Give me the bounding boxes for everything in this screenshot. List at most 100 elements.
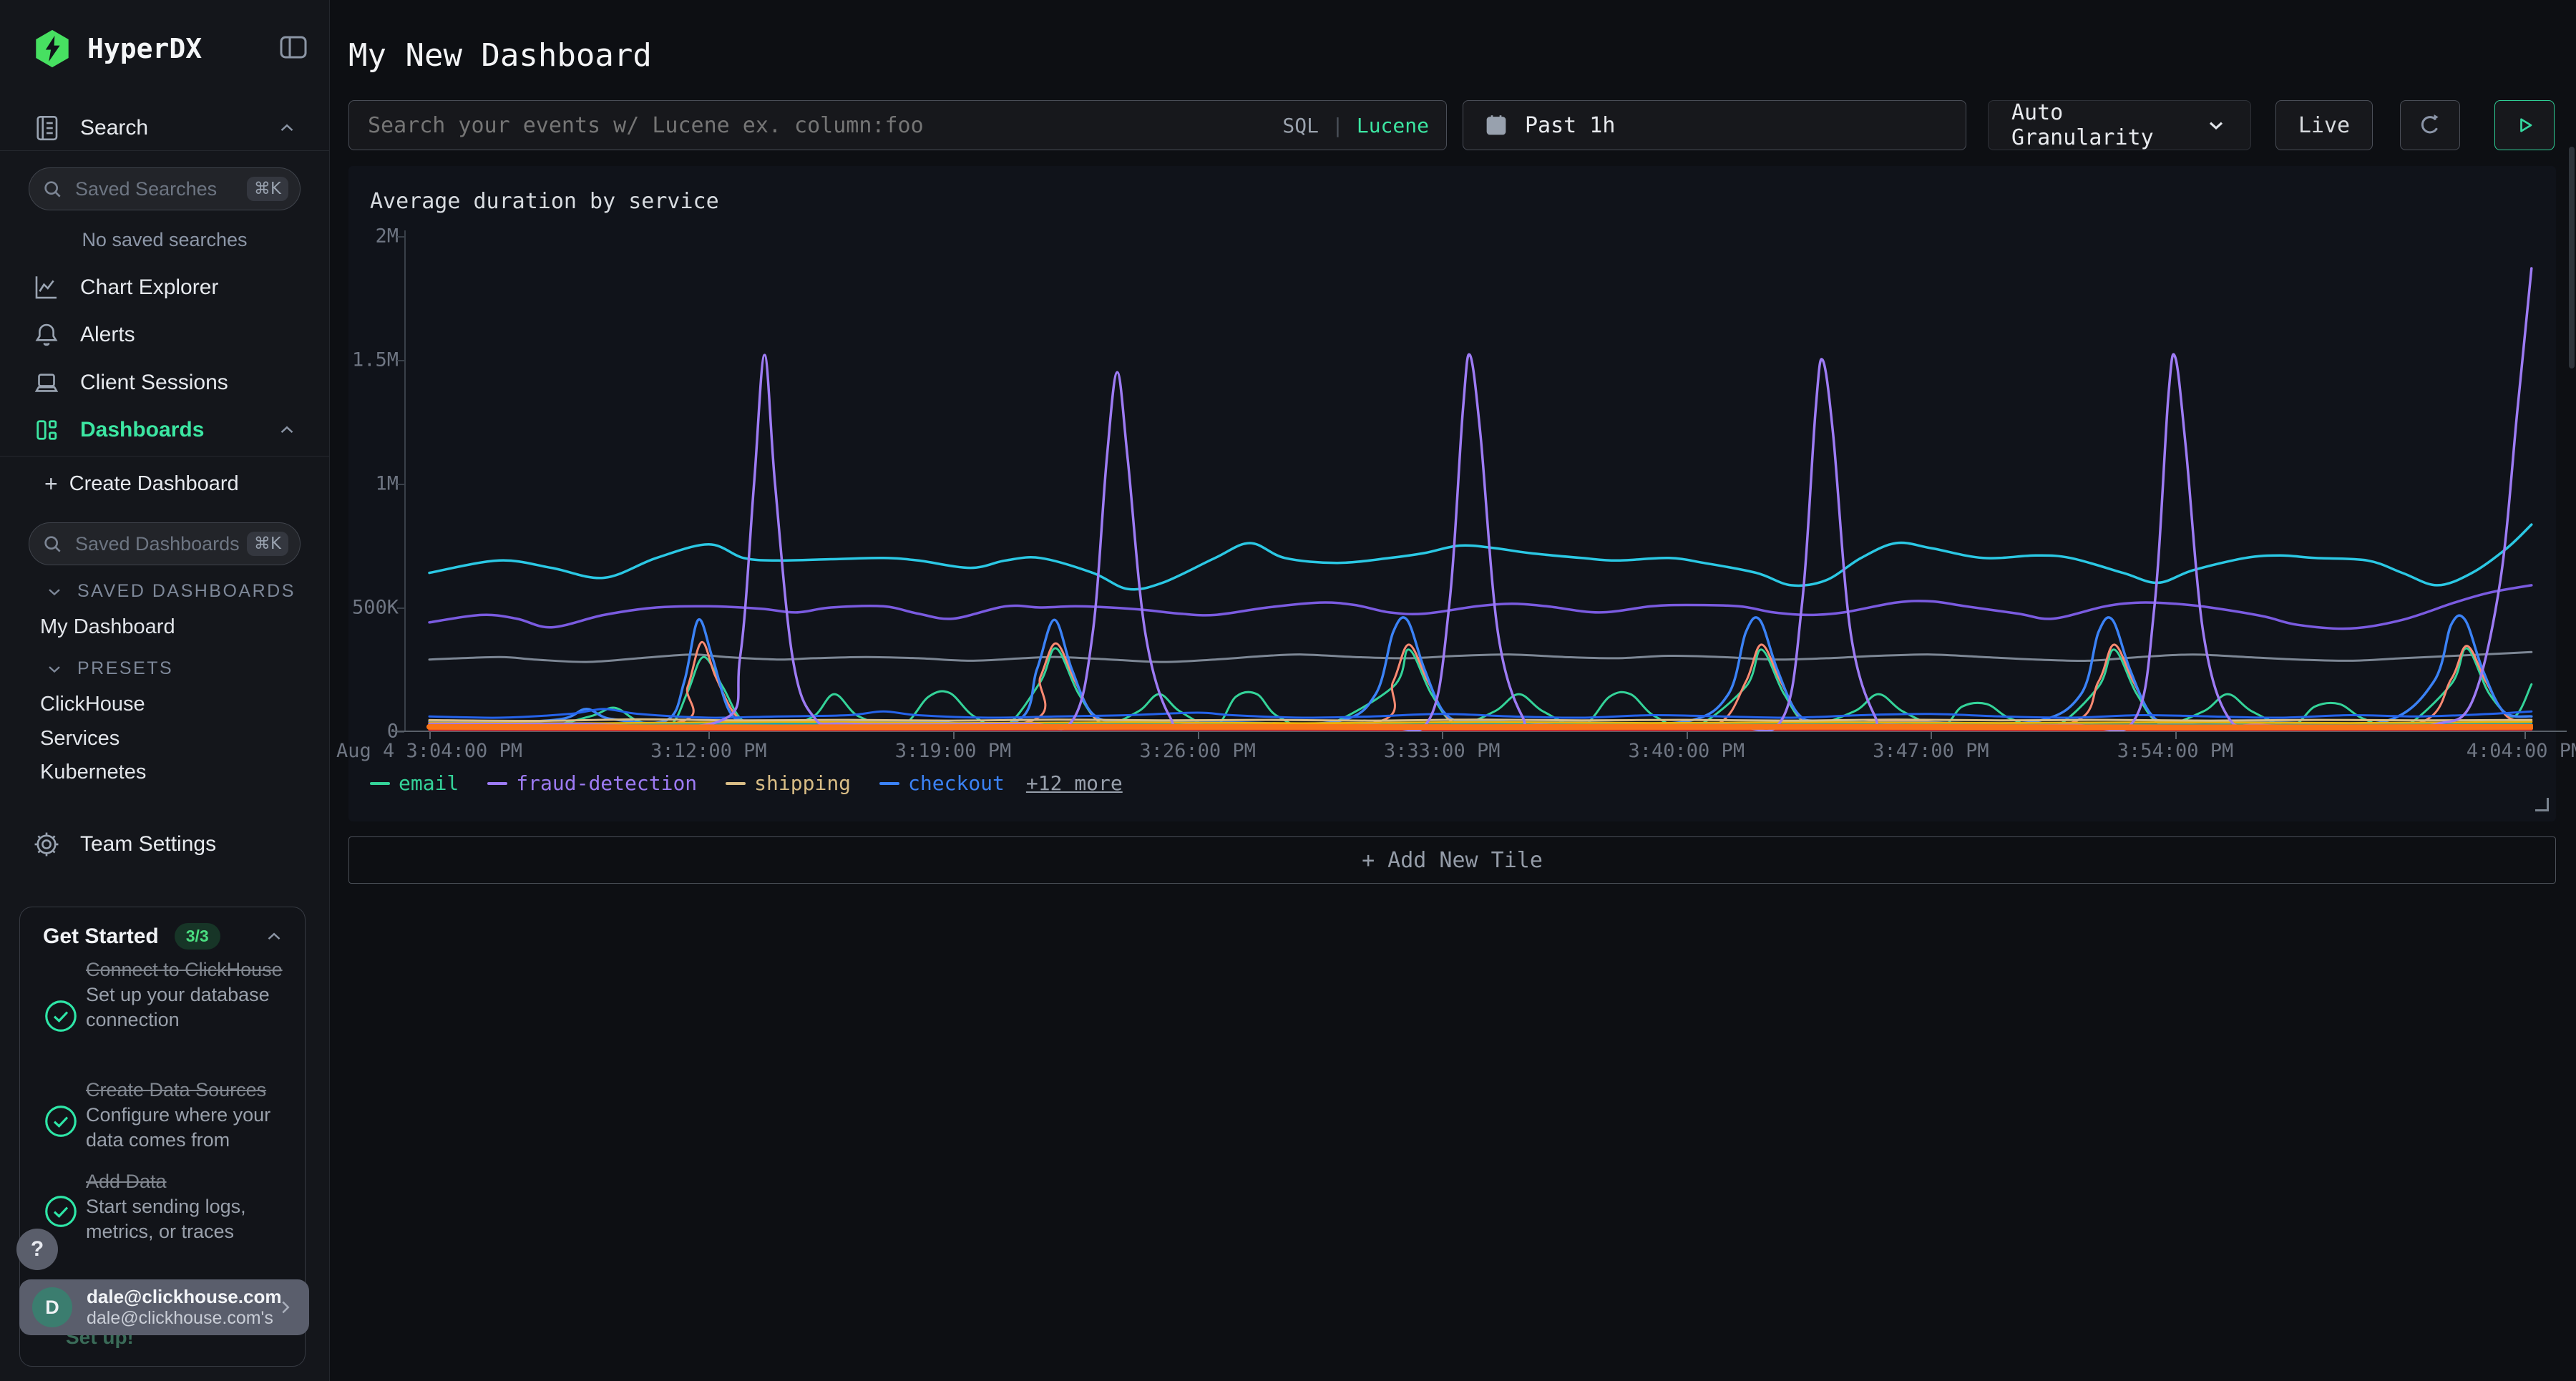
granularity-select[interactable]: Auto Granularity <box>1988 100 2251 150</box>
hyperdx-app: HyperDX Search <box>0 0 2576 1381</box>
event-search-input[interactable] <box>366 112 1269 139</box>
tile-title: Average duration by service <box>370 189 719 214</box>
section-presets[interactable]: PRESETS <box>44 658 173 679</box>
user-menu[interactable]: D dale@clickhouse.com dale@clickhouse.co… <box>19 1279 309 1335</box>
x-tick-label: 3:26:00 PM <box>1139 740 1256 762</box>
hyperdx-logo-icon <box>31 27 73 70</box>
sidebar-item-kubernetes[interactable]: Kubernetes <box>40 761 146 784</box>
sidebar-item-dashboards[interactable]: Dashboards <box>31 413 298 447</box>
add-new-tile-button[interactable]: + Add New Tile <box>348 836 2556 884</box>
x-tick-label: 3:40:00 PM <box>1629 740 1745 762</box>
y-tick-mark <box>397 360 404 361</box>
bell-icon <box>31 320 62 350</box>
time-range-picker[interactable]: Past 1h <box>1463 100 1966 150</box>
check-circle-icon <box>42 1102 80 1141</box>
sidebar-item-alerts[interactable]: Alerts <box>31 318 298 352</box>
event-search-box[interactable]: SQL | Lucene <box>348 100 1447 150</box>
laptop-icon <box>31 368 62 398</box>
x-tick-label: 3:54:00 PM <box>2117 740 2234 762</box>
legend-item-checkout[interactable]: checkout <box>879 771 1005 795</box>
x-tick-label: Aug 4 3:04:00 PM <box>336 740 522 762</box>
legend-swatch <box>487 782 507 785</box>
run-query-button[interactable] <box>2494 100 2555 150</box>
resize-handle[interactable] <box>2535 798 2549 811</box>
x-tick-label: 3:33:00 PM <box>1384 740 1501 762</box>
x-tick-mark <box>1687 732 1688 739</box>
sidebar-item-label: Search <box>80 116 148 140</box>
sidebar-item-label: Team Settings <box>80 832 216 857</box>
collapse-sidebar-icon[interactable] <box>276 30 311 64</box>
user-subtitle: dale@clickhouse.com's <box>87 1308 260 1329</box>
shortcut-badge: ⌘K <box>247 177 288 201</box>
sidebar-item-my-dashboard[interactable]: My Dashboard <box>40 615 175 639</box>
chevron-up-icon <box>263 926 285 947</box>
x-tick-label: 3:47:00 PM <box>1873 740 1989 762</box>
checklist-item[interactable]: Create Data Sources Configure where your… <box>86 1078 286 1153</box>
legend-item-email[interactable]: email <box>370 771 459 795</box>
gear-icon <box>31 829 62 859</box>
dashboards-icon <box>31 415 62 445</box>
divider <box>0 456 329 457</box>
checklist-item[interactable]: Add Data Start sending logs, metrics, or… <box>86 1169 286 1244</box>
x-tick-mark <box>708 732 710 739</box>
saved-searches-search[interactable]: ⌘K <box>29 167 301 210</box>
checklist-item[interactable]: Connect to ClickHouse Set up your databa… <box>86 957 286 1033</box>
get-started-header[interactable]: Get Started 3/3 <box>43 923 285 950</box>
saved-dashboards-input[interactable] <box>74 532 247 556</box>
legend-item-shipping[interactable]: shipping <box>726 771 851 795</box>
sidebar-item-services[interactable]: Services <box>40 727 119 751</box>
series-other-gray <box>429 652 2532 662</box>
refresh-button[interactable] <box>2400 100 2460 150</box>
saved-searches-input[interactable] <box>74 177 247 201</box>
sidebar-item-search[interactable]: Search <box>31 111 298 145</box>
line-chart[interactable] <box>404 236 2533 731</box>
chart-explorer-icon <box>31 273 62 303</box>
series-other-cyan <box>429 524 2532 590</box>
chevron-right-icon <box>275 1297 296 1318</box>
check-circle-icon <box>42 1192 80 1231</box>
search-icon <box>41 532 64 555</box>
legend-more-button[interactable]: +12 more <box>1026 771 1123 795</box>
series-checkout <box>429 615 2532 725</box>
search-section-icon <box>31 113 62 143</box>
x-tick-mark <box>1442 732 1443 739</box>
y-tick-label: 2M <box>348 225 399 248</box>
legend-label: fraud-detection <box>516 771 697 795</box>
y-tick-label: 500K <box>348 597 399 619</box>
x-tick-mark <box>2524 732 2526 739</box>
y-tick-label: 1M <box>348 473 399 495</box>
section-saved-dashboards[interactable]: SAVED DASHBOARDS <box>44 581 296 602</box>
divider <box>0 150 329 151</box>
legend-item-fraud-detection[interactable]: fraud-detection <box>487 771 697 795</box>
x-tick-mark <box>1931 732 1932 739</box>
live-label: Live <box>2298 113 2350 138</box>
saved-dashboards-search[interactable]: ⌘K <box>29 522 301 565</box>
create-dashboard-button[interactable]: + Create Dashboard <box>44 471 239 497</box>
sidebar: HyperDX Search <box>0 0 330 1381</box>
y-tick-mark <box>397 484 404 485</box>
time-range-value: Past 1h <box>1525 113 1615 138</box>
live-button[interactable]: Live <box>2275 100 2373 150</box>
avatar-initial: D <box>45 1297 59 1319</box>
sidebar-item-chart-explorer[interactable]: Chart Explorer <box>31 270 298 305</box>
x-tick-label: 3:19:00 PM <box>895 740 1012 762</box>
scrollbar-thumb[interactable] <box>2569 147 2575 369</box>
y-tick-mark <box>397 236 404 238</box>
lucene-toggle[interactable]: Lucene <box>1357 114 1429 137</box>
chevron-up-icon <box>276 419 298 441</box>
search-icon <box>41 177 64 200</box>
x-tick-mark <box>953 732 955 739</box>
help-button[interactable]: ? <box>16 1229 58 1270</box>
chevron-up-icon <box>276 117 298 139</box>
sql-toggle[interactable]: SQL <box>1282 114 1319 137</box>
sidebar-item-label: Client Sessions <box>80 371 228 395</box>
chevron-down-icon <box>2205 114 2228 137</box>
legend-swatch <box>879 782 899 785</box>
sidebar-item-team-settings[interactable]: Team Settings <box>31 827 298 862</box>
sidebar-item-client-sessions[interactable]: Client Sessions <box>31 366 298 400</box>
shortcut-badge: ⌘K <box>247 532 288 556</box>
brand-name: HyperDX <box>87 33 202 64</box>
chart-legend: email fraud-detection shipping checkout +12 … <box>370 771 1123 795</box>
sidebar-item-clickhouse[interactable]: ClickHouse <box>40 693 145 716</box>
help-label: ? <box>31 1237 44 1262</box>
